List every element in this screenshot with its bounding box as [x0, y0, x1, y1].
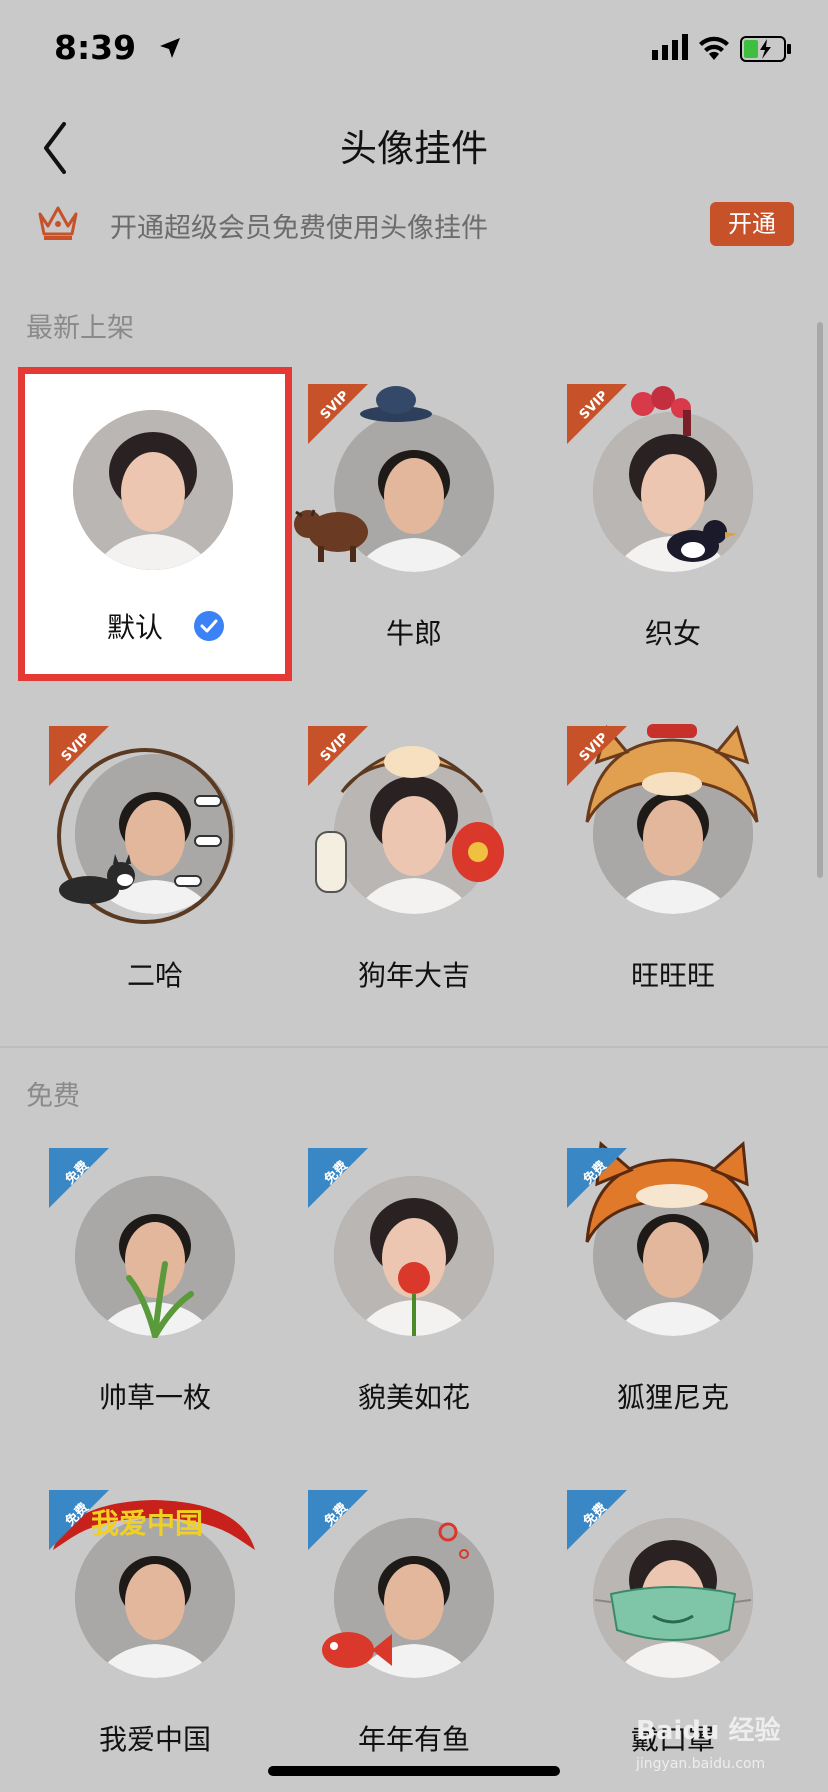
grass-decoration-icon	[126, 1261, 194, 1338]
pendant-item-dog-year[interactable]: SVIP 狗年大吉	[284, 716, 544, 1016]
crown-icon	[38, 206, 78, 240]
check-circle-icon	[194, 611, 224, 641]
item-label: 貌美如花	[357, 1381, 470, 1414]
item-label: 狐狸尼克	[616, 1381, 729, 1414]
nav-bar: 头像挂件	[0, 100, 828, 200]
promo-banner: 开通超级会员免费使用头像挂件 开通	[0, 196, 828, 256]
item-label: 狗年大吉	[357, 959, 470, 992]
status-time: 8:39	[54, 28, 137, 67]
pendant-item-wangwang[interactable]: SVIP 旺旺旺	[543, 716, 803, 1016]
ox-decoration-icon	[294, 509, 368, 562]
section-divider	[0, 1046, 828, 1048]
watermark-logo: Baidu 经验	[636, 1716, 781, 1746]
pendant-item-fish[interactable]: 免费 年年有鱼	[284, 1480, 544, 1780]
free-badge: 免费	[308, 1148, 368, 1208]
free-badge: 免费	[567, 1490, 627, 1550]
item-label: 年年有鱼	[357, 1723, 470, 1756]
pendant-item-flower[interactable]: 免费 貌美如花	[284, 1138, 544, 1438]
watermark-url: jingyan.baidu.com	[636, 1756, 766, 1772]
rose-decoration-icon	[398, 1262, 430, 1336]
scrollbar[interactable]	[817, 322, 823, 878]
pendant-item-fox-nick[interactable]: 免费 狐狸尼克	[543, 1138, 803, 1438]
pendant-item-handsome-grass[interactable]: 免费 帅草一枚	[25, 1138, 285, 1438]
home-indicator[interactable]	[268, 1766, 560, 1776]
svip-badge: SVIP	[308, 726, 368, 786]
svip-badge: SVIP	[567, 384, 627, 444]
activate-vip-button[interactable]: 开通	[710, 202, 794, 246]
cellular-signal-icon	[652, 34, 688, 60]
location-arrow-icon	[160, 38, 180, 58]
magpie-decoration-icon	[667, 520, 737, 562]
item-label: 二哈	[126, 959, 183, 992]
wifi-icon	[699, 36, 729, 60]
free-badge: 免费	[49, 1490, 109, 1550]
free-badge: 免费	[567, 1148, 627, 1208]
bubble-decoration-icon	[438, 1522, 469, 1559]
item-label: 牛郎	[385, 617, 442, 650]
item-label: 我爱中国	[98, 1723, 211, 1756]
husky-dog-decoration-icon	[59, 854, 135, 904]
status-bar: 8:39	[0, 0, 828, 100]
free-badge: 免费	[308, 1490, 368, 1550]
promo-text: 开通超级会员免费使用头像挂件	[110, 213, 488, 244]
page-title: 头像挂件	[340, 127, 488, 170]
item-label: 旺旺旺	[630, 959, 715, 992]
avatar-photo	[73, 410, 233, 570]
item-label: 织女	[644, 617, 701, 650]
hat-decoration-icon	[360, 386, 432, 422]
flower-hairpin-decoration-icon	[631, 386, 691, 436]
svip-badge: SVIP	[308, 384, 368, 444]
koi-fish-decoration-icon	[322, 1632, 392, 1668]
pendant-item-husky[interactable]: SVIP 二哈	[25, 716, 285, 1016]
free-badge: 免费	[49, 1148, 109, 1208]
item-label: 帅草一枚	[98, 1381, 211, 1414]
face-mask-decoration-icon	[594, 1586, 752, 1641]
section-title-new: 最新上架	[26, 313, 134, 344]
section-title-free: 免费	[26, 1081, 80, 1112]
pendant-item-weaver[interactable]: SVIP 织女	[543, 374, 803, 674]
pendant-item-default[interactable]: 默认	[18, 367, 292, 681]
pendant-item-cowherd[interactable]: SVIP 牛郎	[284, 374, 544, 674]
svip-badge: SVIP	[567, 726, 627, 786]
battery-charging-icon	[740, 36, 791, 62]
item-label: 默认	[106, 611, 163, 644]
svip-badge: SVIP	[49, 726, 109, 786]
pendant-item-love-china[interactable]: 我爱中国 免费 我爱中国	[25, 1480, 285, 1780]
